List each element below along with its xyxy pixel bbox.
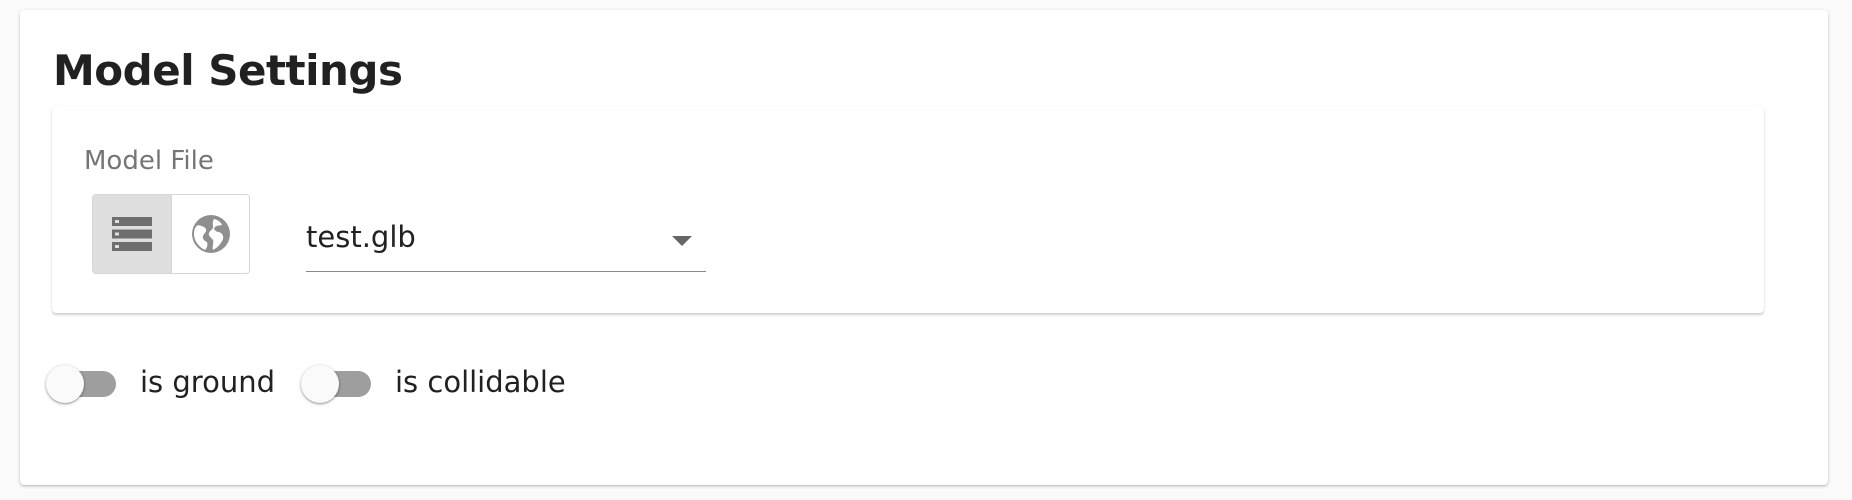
switch-thumb[interactable] <box>301 365 339 403</box>
local-storage-button[interactable] <box>93 195 171 273</box>
storage-icon <box>112 217 152 251</box>
toggle-row: is ground is collidable <box>46 362 592 403</box>
is-ground-toggle[interactable]: is ground <box>46 362 275 403</box>
model-file-select-value: test.glb <box>306 220 416 254</box>
is-ground-label: is ground <box>140 365 275 399</box>
dropdown-arrow-icon <box>672 236 692 246</box>
panel-title: Model Settings <box>53 46 403 95</box>
model-file-card: Model File test.glb <box>52 106 1764 313</box>
model-file-label: Model File <box>84 146 214 176</box>
remote-url-button[interactable] <box>171 195 249 273</box>
is-collidable-toggle[interactable]: is collidable <box>301 362 566 403</box>
globe-icon <box>191 215 230 253</box>
is-collidable-switch[interactable] <box>301 362 375 403</box>
model-file-select[interactable]: test.glb <box>306 206 706 272</box>
model-settings-panel: Model Settings Model File test.glb is gr… <box>20 10 1828 485</box>
is-collidable-label: is collidable <box>395 365 566 399</box>
source-toggle-group <box>92 194 250 274</box>
is-ground-switch[interactable] <box>46 362 120 403</box>
switch-thumb[interactable] <box>46 365 84 403</box>
